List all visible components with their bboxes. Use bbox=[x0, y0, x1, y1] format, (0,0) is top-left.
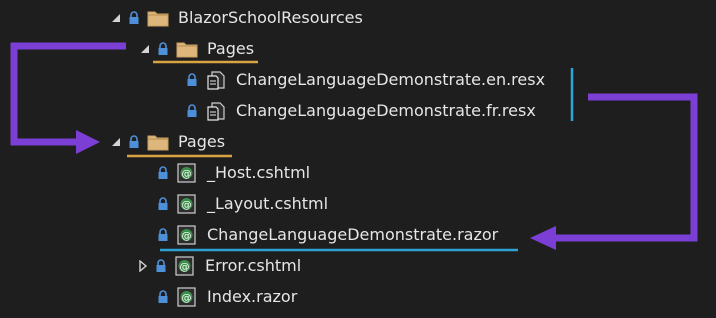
tree-node-resources-pages[interactable]: Pages bbox=[139, 33, 254, 64]
folder-icon bbox=[176, 39, 198, 59]
file-label: Index.razor bbox=[207, 287, 298, 306]
razor-file-icon: @ bbox=[176, 224, 198, 245]
svg-text:@: @ bbox=[182, 231, 192, 242]
lock-icon bbox=[186, 72, 198, 88]
lock-icon bbox=[157, 41, 169, 57]
lock-icon bbox=[186, 103, 198, 119]
lock-icon bbox=[157, 289, 169, 305]
svg-text:@: @ bbox=[182, 169, 192, 180]
lock-icon bbox=[157, 227, 169, 243]
triangle-down-icon[interactable] bbox=[110, 11, 122, 25]
tree-node-index[interactable]: @ Index.razor bbox=[157, 281, 297, 312]
file-label: ChangeLanguageDemonstrate.fr.resx bbox=[236, 101, 536, 120]
resx-file-icon bbox=[205, 70, 227, 90]
razor-file-icon: @ bbox=[176, 286, 198, 307]
file-label: _Layout.cshtml bbox=[207, 194, 329, 213]
tree-node-layout[interactable]: @ _Layout.cshtml bbox=[157, 188, 328, 219]
tree-node-error[interactable]: @ Error.cshtml bbox=[137, 250, 301, 281]
folder-label: Pages bbox=[178, 132, 226, 151]
solution-explorer-tree: BlazorSchoolResources Pages ChangeLangua… bbox=[0, 0, 716, 318]
triangle-down-icon[interactable] bbox=[110, 135, 122, 149]
triangle-right-icon[interactable] bbox=[137, 259, 149, 273]
lock-icon bbox=[157, 165, 169, 181]
tree-node-resx-fr[interactable]: ChangeLanguageDemonstrate.fr.resx bbox=[186, 95, 536, 126]
tree-node-host[interactable]: @ _Host.cshtml bbox=[157, 157, 310, 188]
triangle-down-icon[interactable] bbox=[139, 42, 151, 56]
lock-icon bbox=[155, 258, 167, 274]
file-label: ChangeLanguageDemonstrate.en.resx bbox=[236, 70, 546, 89]
lock-icon bbox=[128, 10, 140, 26]
file-label: _Host.cshtml bbox=[207, 163, 311, 182]
lock-icon bbox=[128, 134, 140, 150]
tree-node-resx-en[interactable]: ChangeLanguageDemonstrate.en.resx bbox=[186, 64, 545, 95]
folder-icon bbox=[147, 132, 169, 152]
folder-label: BlazorSchoolResources bbox=[178, 8, 363, 27]
resx-file-icon bbox=[205, 101, 227, 121]
folder-label: Pages bbox=[207, 39, 255, 58]
svg-text:@: @ bbox=[182, 200, 192, 211]
folder-icon bbox=[147, 8, 169, 28]
tree-node-blazorschoolresources[interactable]: BlazorSchoolResources bbox=[110, 2, 363, 33]
razor-file-icon: @ bbox=[174, 255, 196, 276]
svg-text:@: @ bbox=[180, 262, 190, 273]
tree-node-changelanguage-razor[interactable]: @ ChangeLanguageDemonstrate.razor bbox=[157, 219, 498, 250]
razor-file-icon: @ bbox=[176, 193, 198, 214]
tree-node-pages[interactable]: Pages bbox=[110, 126, 225, 157]
file-label: Error.cshtml bbox=[205, 256, 302, 275]
lock-icon bbox=[157, 196, 169, 212]
file-label: ChangeLanguageDemonstrate.razor bbox=[207, 225, 499, 244]
razor-file-icon: @ bbox=[176, 162, 198, 183]
svg-text:@: @ bbox=[182, 293, 192, 304]
